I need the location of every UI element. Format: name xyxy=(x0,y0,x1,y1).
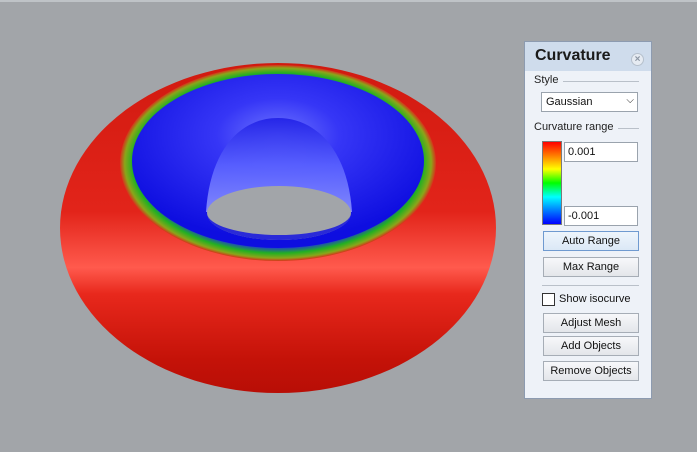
range-section-divider xyxy=(617,128,639,129)
remove-objects-button[interactable]: Remove Objects xyxy=(543,361,639,381)
range-max-input[interactable]: 0.001 xyxy=(564,142,638,162)
curvature-color-scale xyxy=(542,141,562,225)
style-section-divider xyxy=(563,81,639,82)
isocurve-divider xyxy=(542,285,639,286)
auto-range-button[interactable]: Auto Range xyxy=(543,231,639,251)
add-objects-button[interactable]: Add Objects xyxy=(543,336,639,356)
close-icon[interactable]: × xyxy=(631,53,644,66)
style-select[interactable]: Gaussian ⌵ xyxy=(541,92,638,112)
adjust-mesh-button[interactable]: Adjust Mesh xyxy=(543,313,639,333)
max-range-button[interactable]: Max Range xyxy=(543,257,639,277)
panel-title: Curvature xyxy=(535,47,611,64)
show-isocurve-checkbox[interactable] xyxy=(542,293,555,306)
curvature-panel: Curvature × Style Gaussian ⌵ Curvature r… xyxy=(524,41,652,399)
style-select-value: Gaussian xyxy=(546,96,593,108)
chevron-down-icon: ⌵ xyxy=(626,95,634,106)
style-section-label: Style xyxy=(534,74,563,86)
panel-header: Curvature × xyxy=(525,42,651,71)
range-section-label: Curvature range xyxy=(534,121,618,133)
show-isocurve-label: Show isocurve xyxy=(559,293,631,305)
range-min-input[interactable]: -0.001 xyxy=(564,206,638,226)
